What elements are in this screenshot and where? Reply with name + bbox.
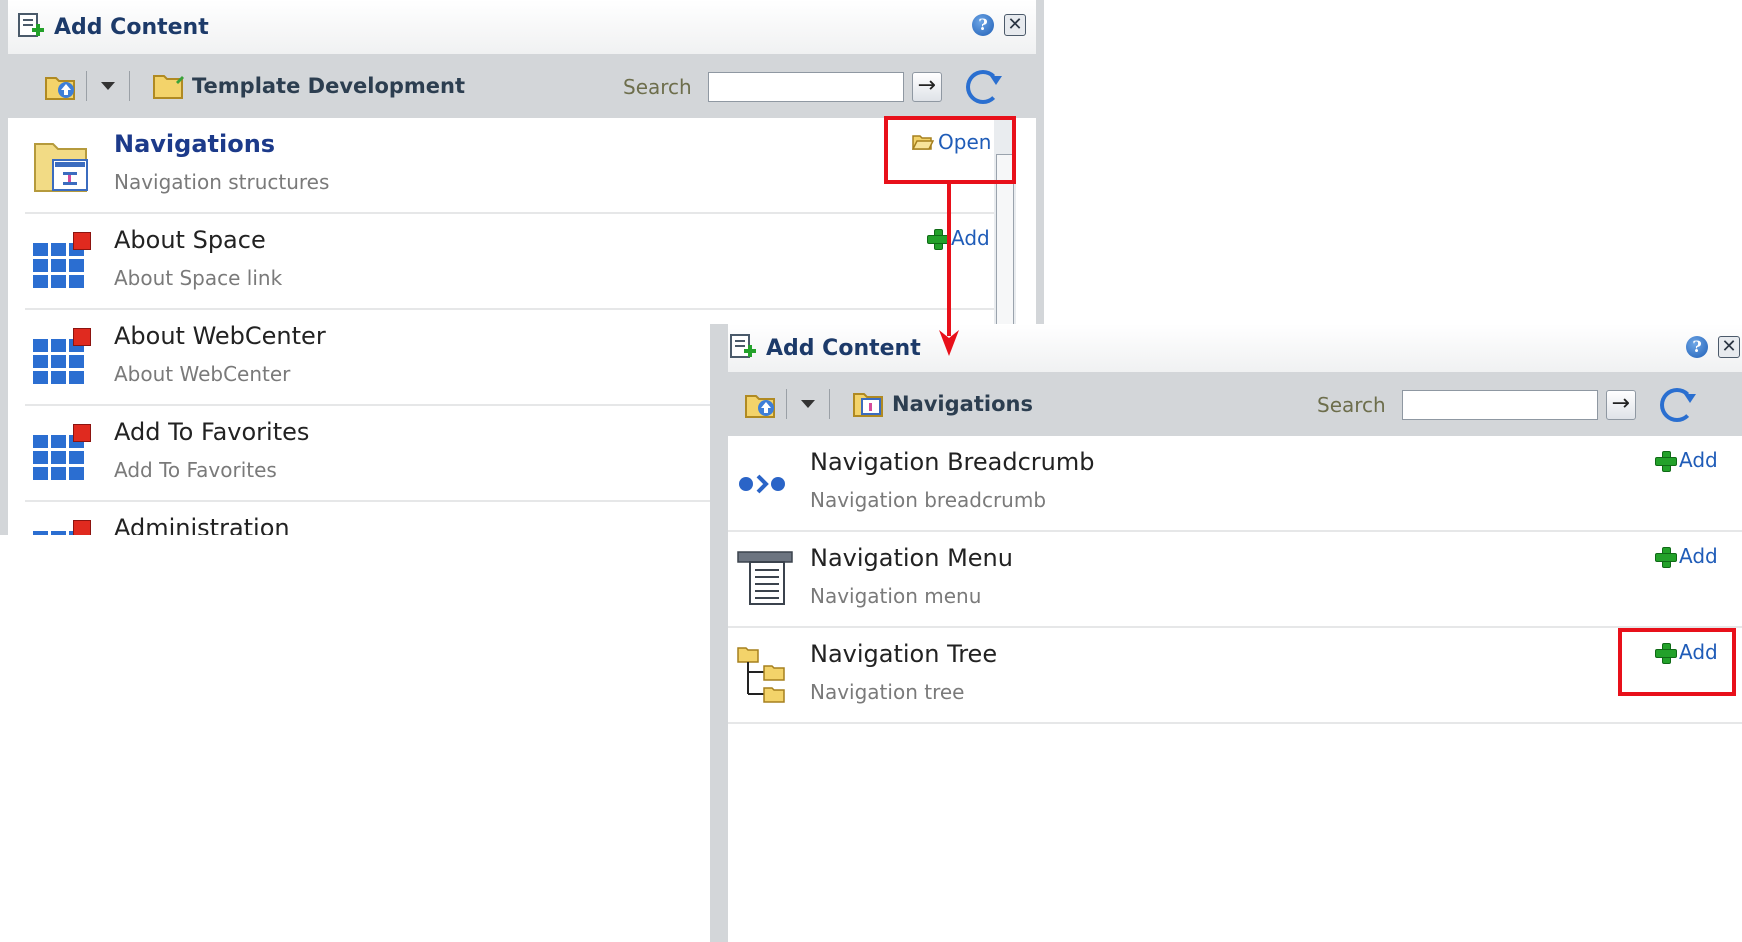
tree-icon xyxy=(736,646,794,706)
item-name: Navigation Tree xyxy=(810,640,998,668)
item-description: Navigation tree xyxy=(810,680,965,704)
plus-icon xyxy=(1655,546,1677,568)
toolbar-separator xyxy=(86,71,87,101)
toolbar-separator xyxy=(829,389,830,419)
task-flow-icon xyxy=(33,232,91,292)
go-button[interactable]: → xyxy=(1605,390,1636,420)
list-item-navigation-tree[interactable]: Navigation Tree Navigation tree Add xyxy=(728,628,1742,724)
item-description: Add To Favorites xyxy=(114,458,277,482)
add-content-icon xyxy=(16,12,46,42)
add-label: Add xyxy=(1679,544,1718,568)
item-name: About WebCenter xyxy=(114,322,326,350)
item-name[interactable]: Navigations xyxy=(114,130,275,158)
breadcrumb-label: Navigations xyxy=(892,392,1033,416)
item-description: About Space link xyxy=(114,266,283,290)
list-item-navigation-breadcrumb[interactable]: Navigation Breadcrumb Navigation breadcr… xyxy=(728,436,1742,532)
add-content-icon xyxy=(728,333,758,363)
add-button[interactable]: Add xyxy=(1655,448,1718,472)
search-input[interactable] xyxy=(707,72,904,102)
dialog-titlebar: Add Content ? ✕ xyxy=(728,324,1742,372)
refresh-icon[interactable] xyxy=(965,70,1002,104)
task-flow-icon xyxy=(33,520,91,535)
arrow-down-icon xyxy=(939,330,959,356)
content-list: Navigation Breadcrumb Navigation breadcr… xyxy=(728,436,1742,942)
item-description: Navigation menu xyxy=(810,584,982,608)
item-name: Navigation Breadcrumb xyxy=(810,448,1095,476)
go-button[interactable]: → xyxy=(911,72,942,102)
item-description: About WebCenter xyxy=(114,362,291,386)
plus-icon xyxy=(1655,450,1677,472)
navigation-folder-icon xyxy=(853,393,883,417)
folder-up-icon[interactable] xyxy=(44,70,78,102)
item-name: About Space xyxy=(114,226,266,254)
add-label: Add xyxy=(951,226,990,250)
chevron-down-icon[interactable] xyxy=(801,400,815,408)
add-button[interactable]: Add xyxy=(927,226,990,250)
item-name: Navigation Menu xyxy=(810,544,1013,572)
item-description: Navigation structures xyxy=(114,170,330,194)
dialog-title: Add Content xyxy=(766,335,921,361)
list-item-navigation-menu[interactable]: Navigation Menu Navigation menu Add xyxy=(728,532,1742,628)
list-item-about-space[interactable]: About Space About Space link Add xyxy=(25,214,1003,310)
dialog-title: Add Content xyxy=(54,14,209,40)
list-item-navigations[interactable]: Navigations Navigation structures Open xyxy=(25,118,1003,214)
folder-up-icon[interactable] xyxy=(744,388,778,420)
chevron-down-icon[interactable] xyxy=(101,82,115,90)
folder-icon xyxy=(153,75,184,99)
search-label: Search xyxy=(623,75,692,99)
breadcrumb-icon xyxy=(736,454,794,514)
toolbar-separator xyxy=(786,389,787,419)
dialog-toolbar: Navigations Search → xyxy=(728,372,1742,436)
toolbar-separator xyxy=(129,71,130,101)
menu-icon xyxy=(736,550,794,610)
navigation-folder-icon xyxy=(33,136,91,196)
dialog-titlebar: Add Content ? ✕ xyxy=(8,0,1036,54)
task-flow-icon xyxy=(33,424,91,484)
breadcrumb-label: Template Development xyxy=(192,74,466,98)
breadcrumb[interactable]: Navigations xyxy=(852,390,1033,418)
plus-icon xyxy=(927,228,949,250)
close-icon[interactable]: ✕ xyxy=(1718,336,1740,358)
breadcrumb[interactable]: Template Development xyxy=(152,72,465,100)
task-flow-icon xyxy=(33,328,91,388)
add-label: Add xyxy=(1679,448,1718,472)
help-icon[interactable]: ? xyxy=(1686,336,1708,358)
close-icon[interactable]: ✕ xyxy=(1004,14,1026,36)
help-icon[interactable]: ? xyxy=(972,14,994,36)
item-name: Administration xyxy=(114,514,290,535)
add-button[interactable]: Add xyxy=(1655,544,1718,568)
open-highlight-box xyxy=(884,116,1016,184)
refresh-icon[interactable] xyxy=(1659,388,1696,422)
search-input[interactable] xyxy=(1401,390,1598,420)
item-name: Add To Favorites xyxy=(114,418,310,446)
annotation-arrow-line xyxy=(947,184,951,336)
item-description: Navigation breadcrumb xyxy=(810,488,1047,512)
search-label: Search xyxy=(1317,393,1386,417)
add-highlight-box xyxy=(1618,628,1736,696)
add-content-dialog-front: Add Content ? ✕ Navigations Search → Nav… xyxy=(710,324,1742,942)
dialog-toolbar: Template Development Search → xyxy=(8,54,1036,118)
